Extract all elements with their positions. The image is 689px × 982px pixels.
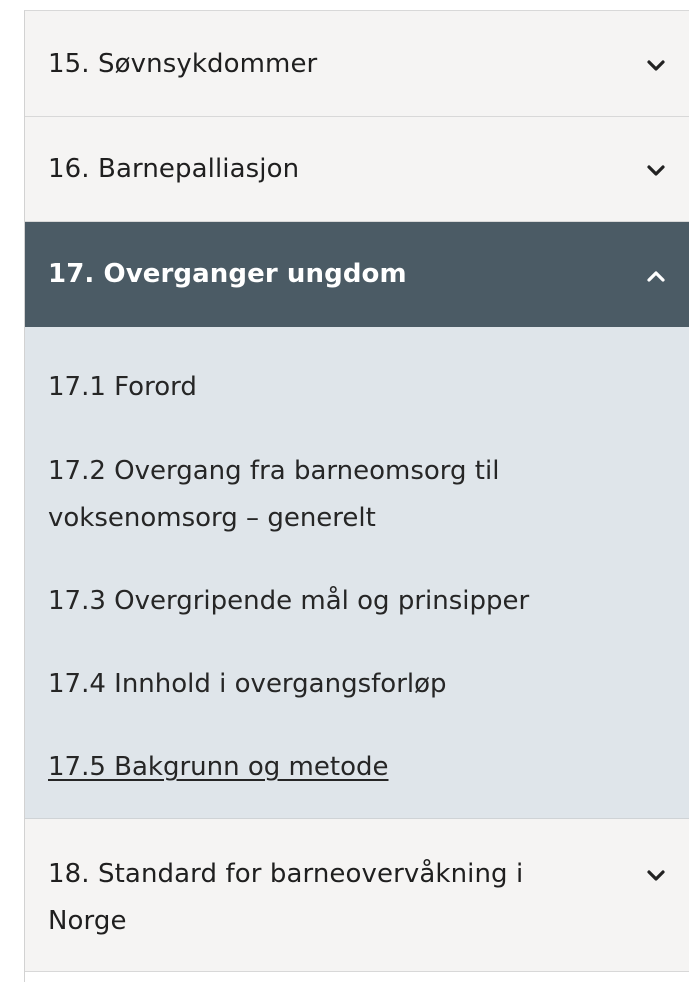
subsection-link-17-5[interactable]: 17.5 Bakgrunn og metode [48, 745, 388, 789]
section-17-content: 17.1 Forord 17.2 Overgang fra barneomsor… [25, 327, 689, 819]
subsection-link-17-3[interactable]: 17.3 Overgripende mål og prinsipper [48, 579, 529, 623]
subsection-link-17-2-line2[interactable]: voksenomsorg – generelt [48, 496, 376, 540]
section-label: 15. Søvnsykdommer [48, 49, 318, 79]
section-label: 17. Overganger ungdom [48, 259, 407, 289]
accordion-section-18[interactable]: 18. Standard for barneovervåkning i Norg… [25, 819, 689, 972]
section-label: 16. Barnepalliasjon [48, 154, 300, 184]
chevron-down-icon [647, 165, 665, 176]
chevron-down-icon [647, 870, 665, 881]
subsection-link-17-4[interactable]: 17.4 Innhold i overgangsforløp [48, 662, 447, 706]
accordion-section-17[interactable]: 17. Overganger ungdom [25, 222, 689, 327]
accordion-section-16[interactable]: 16. Barnepalliasjon [25, 117, 689, 222]
subsection-link-17-1[interactable]: 17.1 Forord [48, 365, 197, 409]
section-label-line1: 18. Standard for barneovervåkning i [48, 859, 524, 889]
chevron-up-icon [647, 271, 665, 282]
accordion-section-15[interactable]: 15. Søvnsykdommer [25, 11, 689, 117]
chapter-accordion: 15. Søvnsykdommer 16. Barnepalliasjon 17… [24, 10, 689, 982]
subsection-link-17-2[interactable]: 17.2 Overgang fra barneomsorg til [48, 449, 499, 493]
chevron-down-icon [647, 60, 665, 71]
section-label-line2: Norge [48, 906, 127, 936]
